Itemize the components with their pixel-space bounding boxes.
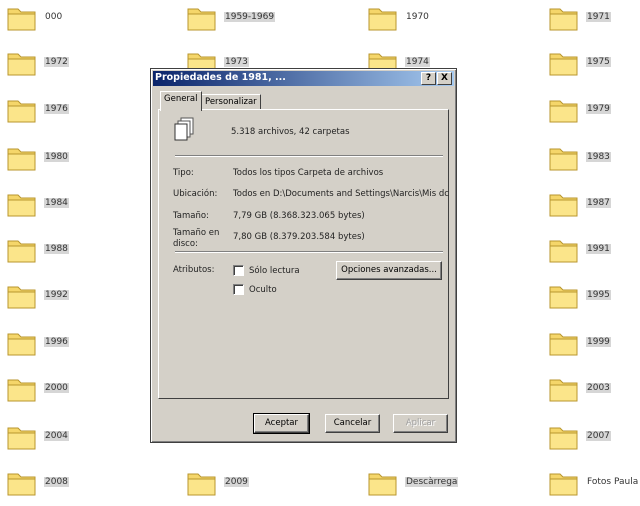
dialog-title: Propiedades de 1981, ... xyxy=(155,72,286,83)
folder-icon xyxy=(548,95,580,125)
folder-icon xyxy=(548,143,580,173)
hidden-checkbox[interactable] xyxy=(233,284,244,295)
folder-icon xyxy=(548,3,580,33)
folder-label: 1974 xyxy=(405,57,430,67)
ubicacion-label: Ubicación: xyxy=(173,189,218,199)
tamano-label: Tamaño: xyxy=(173,211,209,221)
folder-label: 2003 xyxy=(586,383,611,393)
tipo-label: Tipo: xyxy=(173,168,194,178)
folder-icon xyxy=(6,422,38,452)
tipo-value: Todos los tipos Carpeta de archivos xyxy=(233,168,384,178)
folder-label: 1980 xyxy=(44,152,69,162)
folder-label: 1975 xyxy=(586,57,611,67)
folder-icon xyxy=(6,95,38,125)
ubicacion-value: Todos en D:\Documents and Settings\Narci… xyxy=(233,189,449,199)
folder-label: 1987 xyxy=(586,198,611,208)
folder-icon xyxy=(6,189,38,219)
folder-label: Fotos Paula xyxy=(587,477,639,487)
tamano-value: 7,79 GB (8.368.323.065 bytes) xyxy=(233,211,365,221)
close-button[interactable]: X xyxy=(437,72,452,85)
ok-button[interactable]: Aceptar xyxy=(253,413,310,434)
folder-icon xyxy=(6,328,38,358)
tamano-disco-value: 7,80 GB (8.379.203.584 bytes) xyxy=(233,232,365,242)
folder-label: 1991 xyxy=(586,244,611,254)
folder-icon xyxy=(186,3,218,33)
folder-icon xyxy=(367,468,399,498)
folder-icon xyxy=(548,48,580,78)
folder-icon xyxy=(6,48,38,78)
properties-dialog: Propiedades de 1981, ... ? X General Per… xyxy=(150,68,457,443)
folder-icon xyxy=(548,235,580,265)
help-button[interactable]: ? xyxy=(421,72,436,85)
readonly-checkbox[interactable] xyxy=(233,265,244,276)
advanced-options-button[interactable]: Opciones avanzadas... xyxy=(336,261,442,280)
separator xyxy=(175,155,443,157)
folder-icon xyxy=(6,3,38,33)
folder-label: 1976 xyxy=(44,104,69,114)
folder-label: 2009 xyxy=(224,477,249,487)
general-tab-panel: 5.318 archivos, 42 carpetas Tipo: Todos … xyxy=(158,109,449,399)
folder-icon xyxy=(548,328,580,358)
dialog-titlebar[interactable]: Propiedades de 1981, ... ? X xyxy=(153,71,454,86)
folder-icon xyxy=(6,281,38,311)
hidden-label[interactable]: Oculto xyxy=(249,285,277,295)
folder-label: 1979 xyxy=(586,104,611,114)
folder-icon xyxy=(548,189,580,219)
folder-icon xyxy=(6,468,38,498)
folder-label: 1970 xyxy=(406,12,429,22)
apply-button[interactable]: Aplicar xyxy=(393,414,448,433)
folder-icon xyxy=(6,374,38,404)
folder-icon xyxy=(6,143,38,173)
folder-label: 1973 xyxy=(224,57,249,67)
tab-general[interactable]: General xyxy=(160,91,202,111)
folder-label: 2007 xyxy=(586,431,611,441)
folder-label: Descàrrega xyxy=(405,477,459,487)
folder-label: 1999 xyxy=(586,337,611,347)
folder-label: 1959-1969 xyxy=(224,12,276,22)
folder-icon xyxy=(548,468,580,498)
contents-summary: 5.318 archivos, 42 carpetas xyxy=(231,127,350,137)
separator xyxy=(175,251,443,253)
folder-icon xyxy=(6,235,38,265)
folder-label: 1988 xyxy=(44,244,69,254)
folder-label: 1971 xyxy=(586,12,611,22)
tamano-disco-label: Tamaño en disco: xyxy=(173,228,220,249)
folder-icon xyxy=(548,281,580,311)
folder-icon xyxy=(367,3,399,33)
folder-label: 2008 xyxy=(44,477,69,487)
folder-label: 000 xyxy=(45,12,63,22)
folder-label: 2004 xyxy=(44,431,69,441)
folder-label: 1992 xyxy=(44,290,69,300)
folder-label: 2000 xyxy=(44,383,69,393)
folder-label: 1972 xyxy=(44,57,69,67)
tab-personalizar[interactable]: Personalizar xyxy=(201,94,261,110)
atributos-label: Atributos: xyxy=(173,265,215,275)
readonly-label[interactable]: Sólo lectura xyxy=(249,266,300,276)
multiple-documents-icon xyxy=(174,117,194,141)
folder-label: 1984 xyxy=(44,198,69,208)
folder-label: 1996 xyxy=(44,337,69,347)
folder-label: 1983 xyxy=(586,152,611,162)
folder-icon xyxy=(548,422,580,452)
folder-icon xyxy=(548,374,580,404)
folder-label: 1995 xyxy=(586,290,611,300)
cancel-button[interactable]: Cancelar xyxy=(325,414,380,433)
folder-icon xyxy=(186,468,218,498)
